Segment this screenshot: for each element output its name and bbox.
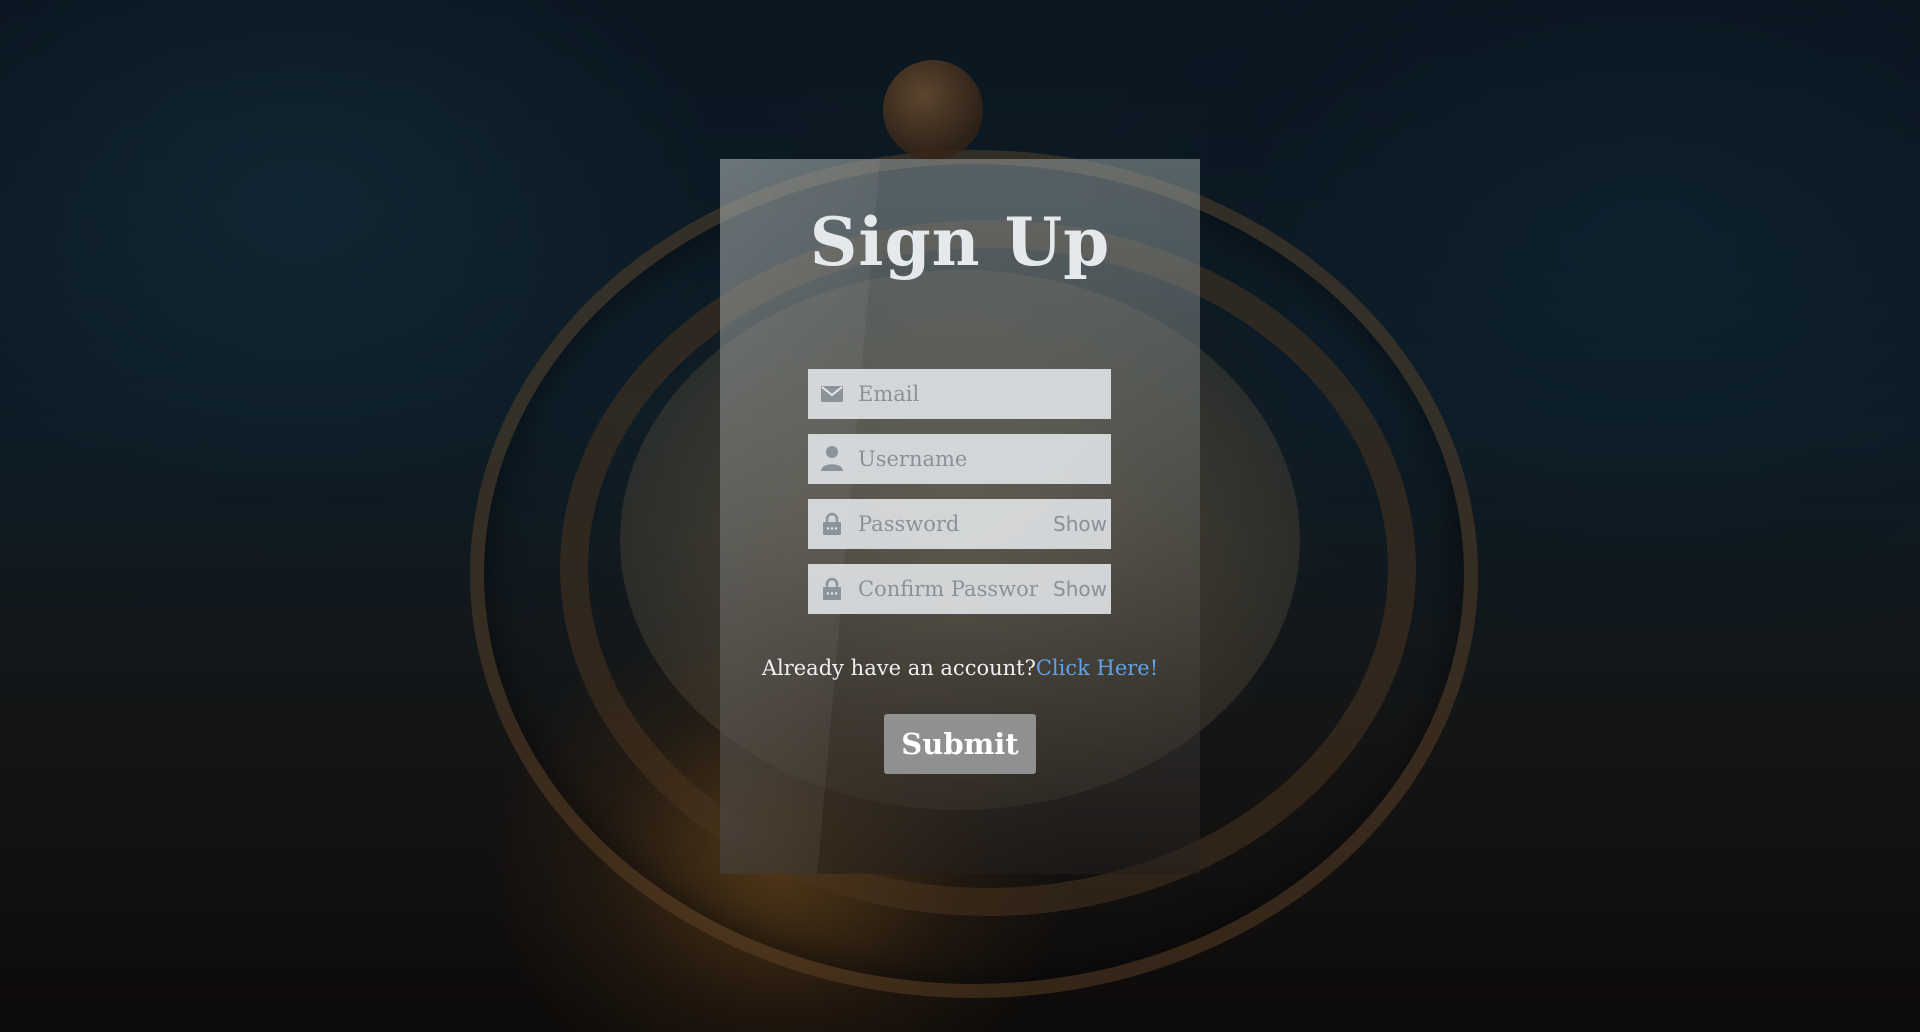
- password-field[interactable]: Show: [808, 499, 1111, 549]
- login-prompt-text: Already have an account?: [761, 656, 1036, 680]
- confirm-password-input[interactable]: [858, 564, 1038, 614]
- confirm-password-field[interactable]: Show: [808, 564, 1111, 614]
- username-input[interactable]: [858, 434, 1038, 484]
- email-field[interactable]: [808, 369, 1111, 419]
- password-input[interactable]: [858, 499, 1038, 549]
- show-password-toggle[interactable]: Show: [1053, 499, 1107, 549]
- lock-icon: [820, 577, 844, 601]
- email-input[interactable]: [858, 369, 1038, 419]
- login-prompt: Already have an account?Click Here!: [720, 656, 1200, 680]
- lock-icon: [820, 512, 844, 536]
- login-link[interactable]: Click Here!: [1036, 656, 1158, 680]
- username-field[interactable]: [808, 434, 1111, 484]
- show-confirm-password-toggle[interactable]: Show: [1053, 564, 1107, 614]
- user-icon: [820, 446, 844, 471]
- envelope-icon: [820, 382, 844, 406]
- signup-card: Sign Up Sh: [720, 159, 1200, 874]
- page-title: Sign Up: [809, 203, 1111, 281]
- submit-button[interactable]: Submit: [884, 714, 1036, 774]
